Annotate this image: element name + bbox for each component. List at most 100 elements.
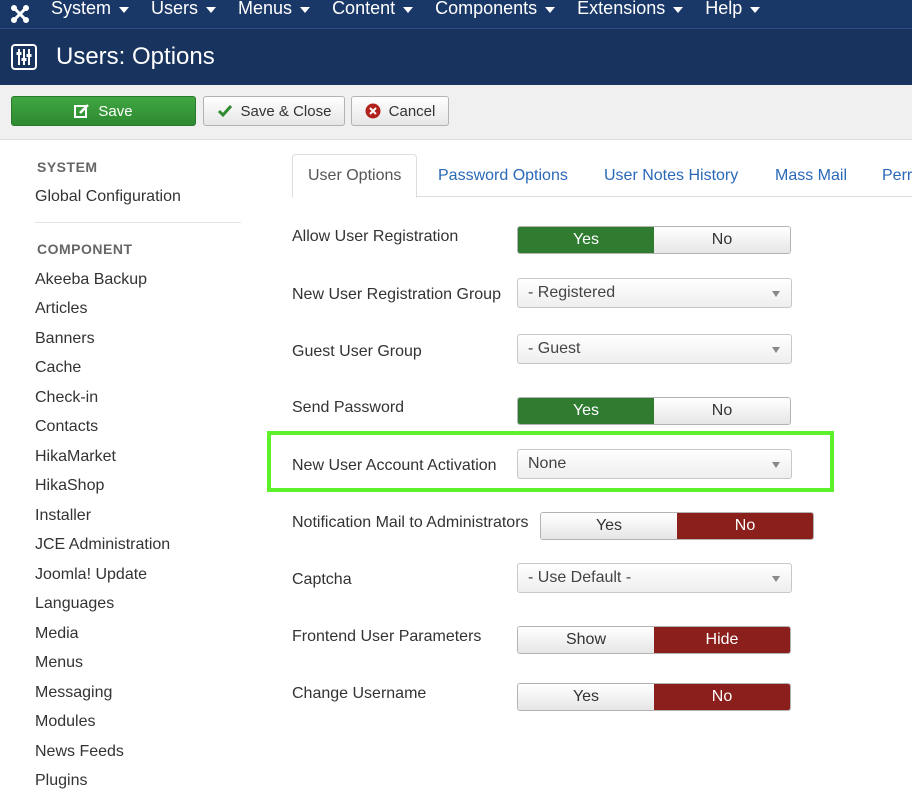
tab-mass-mail[interactable]: Mass Mail — [775, 154, 847, 197]
save-close-button[interactable]: Save & Close — [203, 96, 345, 126]
sidebar-item-contacts[interactable]: Contacts — [35, 418, 98, 436]
notification-mail-no-button[interactable]: No — [677, 513, 813, 539]
chevron-down-icon — [403, 6, 414, 13]
sidebar-item-hikashop[interactable]: HikaShop — [35, 477, 104, 495]
chevron-down-icon — [545, 6, 556, 13]
cancel-button[interactable]: Cancel — [351, 96, 449, 126]
sidebar-item-akeeba-backup[interactable]: Akeeba Backup — [35, 271, 147, 289]
change-username-toggle: Yes No — [517, 683, 791, 711]
registration-group-select[interactable]: - Registered — [517, 278, 792, 308]
send-password-label: Send Password — [292, 399, 405, 416]
top-navbar: System Users Menus Content Components Ex… — [0, 0, 912, 28]
chevron-down-icon — [673, 6, 684, 13]
menu-components[interactable]: Components — [424, 0, 566, 22]
chevron-down-icon — [206, 6, 217, 13]
notification-mail-toggle: Yes No — [540, 512, 814, 540]
sidebar-item-modules[interactable]: Modules — [35, 713, 95, 731]
sidebar-item-menus[interactable]: Menus — [35, 654, 83, 672]
sidebar-item-cache[interactable]: Cache — [35, 359, 81, 377]
page-title: Users: Options — [56, 43, 215, 70]
account-activation-select[interactable]: None — [517, 449, 792, 479]
sidebar-heading-system: SYSTEM — [37, 159, 98, 175]
dropdown-arrow-icon — [772, 347, 780, 353]
send-password-toggle: Yes No — [517, 397, 791, 425]
sidebar-item-articles[interactable]: Articles — [35, 300, 87, 318]
change-username-label: Change Username — [292, 685, 427, 702]
menu-content-label: Content — [332, 0, 396, 18]
guest-group-select[interactable]: - Guest — [517, 334, 792, 364]
registration-group-label: New User Registration Group — [292, 286, 501, 303]
sidebar-heading-component: COMPONENT — [37, 241, 133, 257]
captcha-select[interactable]: - Use Default - — [517, 563, 792, 593]
sidebar-item-check-in[interactable]: Check-in — [35, 389, 98, 407]
captcha-value: - Use Default - — [528, 569, 632, 586]
sidebar-divider — [35, 222, 241, 223]
options-tabs: User Options Password Options User Notes… — [292, 154, 912, 198]
sidebar-item-joomla-update[interactable]: Joomla! Update — [35, 566, 147, 584]
chevron-down-icon — [119, 6, 130, 13]
menu-menus[interactable]: Menus — [227, 0, 321, 22]
guest-group-label: Guest User Group — [292, 343, 422, 360]
guest-group-value: - Guest — [528, 340, 581, 357]
joomla-logo-icon[interactable] — [0, 0, 40, 28]
menu-menus-label: Menus — [238, 0, 293, 18]
sidebar-item-global-configuration[interactable]: Global Configuration — [35, 188, 181, 206]
checkmark-icon — [217, 103, 233, 119]
cancel-label: Cancel — [388, 102, 436, 120]
sidebar-item-messaging[interactable]: Messaging — [35, 684, 112, 702]
notification-mail-yes-button[interactable]: Yes — [541, 513, 677, 539]
account-activation-value: None — [528, 455, 567, 472]
tab-user-options[interactable]: User Options — [292, 154, 418, 198]
menu-components-label: Components — [435, 0, 538, 18]
change-username-yes-button[interactable]: Yes — [518, 684, 654, 710]
frontend-params-hide-button[interactable]: Hide — [654, 627, 790, 653]
menu-extensions-label: Extensions — [577, 0, 666, 18]
sidebar-item-plugins[interactable]: Plugins — [35, 772, 87, 790]
sidebar-item-languages[interactable]: Languages — [35, 595, 114, 613]
sidebar-item-banners[interactable]: Banners — [35, 330, 95, 348]
chevron-down-icon — [750, 6, 761, 13]
sliders-icon — [11, 44, 37, 70]
save-button[interactable]: Save — [11, 96, 196, 126]
allow-registration-yes-button[interactable]: Yes — [518, 227, 654, 253]
sidebar-item-jce-administration[interactable]: JCE Administration — [35, 536, 170, 554]
menu-help-label: Help — [705, 0, 743, 18]
menu-content[interactable]: Content — [321, 0, 424, 22]
sidebar-item-news-feeds[interactable]: News Feeds — [35, 743, 124, 761]
sidebar-item-media[interactable]: Media — [35, 625, 79, 643]
allow-registration-no-button[interactable]: No — [654, 227, 790, 253]
edit-icon — [74, 103, 90, 119]
menu-users[interactable]: Users — [140, 0, 227, 22]
tab-user-notes-history[interactable]: User Notes History — [604, 154, 738, 197]
dropdown-arrow-icon — [772, 576, 780, 582]
dropdown-arrow-icon — [772, 462, 780, 468]
frontend-params-toggle: Show Hide — [517, 626, 791, 654]
toolbar: Save Save & Close Cancel — [0, 85, 912, 140]
frontend-params-label: Frontend User Parameters — [292, 628, 482, 645]
send-password-yes-button[interactable]: Yes — [518, 398, 654, 424]
menu-system[interactable]: System — [40, 0, 140, 22]
frontend-params-show-button[interactable]: Show — [518, 627, 654, 653]
captcha-label: Captcha — [292, 571, 352, 588]
send-password-no-button[interactable]: No — [654, 398, 790, 424]
menu-extensions[interactable]: Extensions — [566, 0, 694, 22]
chevron-down-icon — [300, 6, 311, 13]
account-activation-label: New User Account Activation — [292, 457, 497, 474]
sidebar-item-hikamarket[interactable]: HikaMarket — [35, 448, 116, 466]
change-username-no-button[interactable]: No — [654, 684, 790, 710]
save-close-label: Save & Close — [240, 102, 332, 120]
registration-group-value: - Registered — [528, 284, 616, 301]
tab-password-options[interactable]: Password Options — [438, 154, 568, 197]
cancel-circle-icon — [365, 103, 381, 119]
menu-help[interactable]: Help — [694, 0, 771, 22]
notification-mail-label: Notification Mail to Administrators — [292, 514, 529, 531]
allow-registration-toggle: Yes No — [517, 226, 791, 254]
menu-users-label: Users — [151, 0, 199, 18]
save-label: Save — [98, 102, 133, 120]
page-header: Users: Options — [0, 28, 912, 85]
sidebar-item-installer[interactable]: Installer — [35, 507, 91, 525]
tab-permissions[interactable]: Perr — [882, 154, 912, 197]
dropdown-arrow-icon — [772, 291, 780, 297]
allow-registration-label: Allow User Registration — [292, 228, 459, 245]
menu-system-label: System — [51, 0, 112, 18]
